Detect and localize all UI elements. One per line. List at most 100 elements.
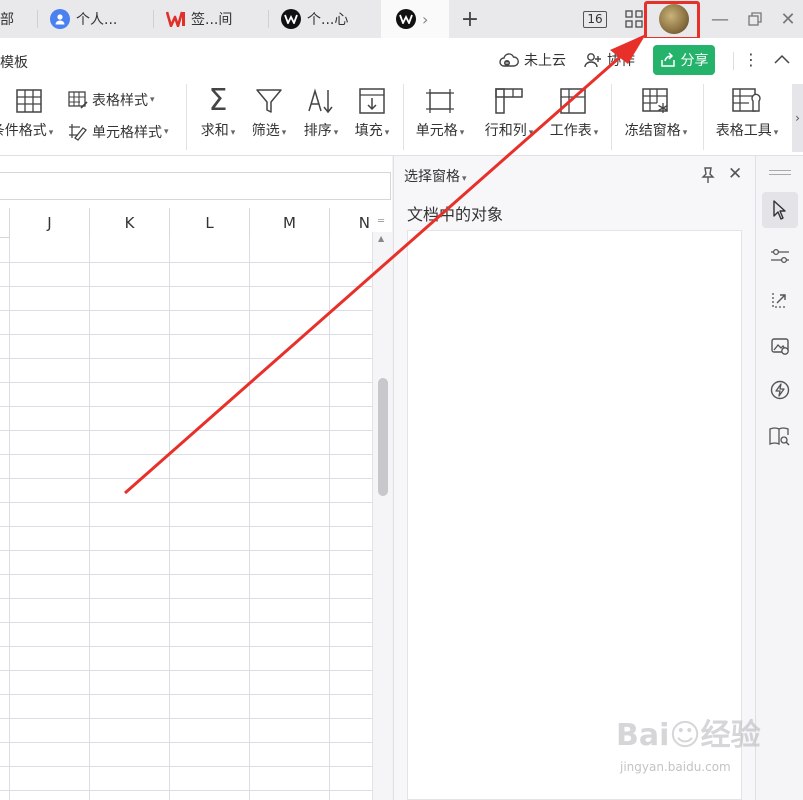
- sort-icon: [306, 86, 336, 116]
- grid-row-line: [0, 406, 372, 407]
- filter-icon: [255, 86, 283, 116]
- ribbon: 模板 未上云 协作 分享 ⋮ 件格式 ▾ 表格样式 ▾ 单元格样式 ▾ Σ 求和…: [0, 38, 803, 156]
- grid-row-line: [0, 286, 372, 287]
- column-header-j[interactable]: J: [10, 208, 90, 238]
- grid-row-line: [0, 310, 372, 311]
- table-icon: [15, 86, 43, 116]
- share-label: 分享: [680, 53, 709, 69]
- sum-label: 求和: [200, 123, 229, 139]
- transform-icon[interactable]: [762, 282, 798, 318]
- conditional-format-button[interactable]: 条件格式▾: [0, 86, 60, 148]
- wps-circle-icon: [396, 9, 416, 29]
- grid-column-line: [169, 238, 170, 800]
- grid-row-line: [0, 550, 372, 551]
- table-style-label: 表格样式: [92, 93, 148, 109]
- grid-row-line: [0, 670, 372, 671]
- app-window: 部 个人... 签...间 个...心 › + 16 — ✕ 模板 未上云 协作…: [0, 0, 803, 800]
- cell-style-button[interactable]: 单元格样式 ▾: [68, 122, 169, 142]
- cell-button[interactable]: 单元格 ▾: [410, 86, 470, 148]
- pane-title: 选择窗格: [404, 169, 460, 185]
- grid-row-line: [0, 454, 372, 455]
- grid-row-line: [0, 790, 372, 791]
- spreadsheet-area: J K L M N ═ ▲: [0, 156, 392, 800]
- filter-button[interactable]: 筛选 ▾: [246, 86, 292, 148]
- worksheet-label: 工作表: [549, 123, 592, 139]
- selection-pane: 选择窗格 ▾ ✕ 文档中的对象: [393, 156, 755, 800]
- grid-row-line: [0, 262, 372, 263]
- grid-row-line: [0, 622, 372, 623]
- grid-row-line: [0, 334, 372, 335]
- worksheet-button[interactable]: 工作表 ▾: [544, 86, 604, 148]
- column-header-l[interactable]: L: [170, 208, 250, 238]
- restore-icon[interactable]: [743, 0, 767, 38]
- share-button[interactable]: 分享: [653, 45, 715, 75]
- freeze-panes-button[interactable]: 冻结窗格 ▾: [620, 86, 692, 148]
- conditional-format-label: 条件格式: [0, 123, 47, 139]
- pane-close-icon[interactable]: ✕: [728, 164, 742, 184]
- vertical-scrollbar[interactable]: ═ ▲: [372, 216, 392, 800]
- sort-button[interactable]: 排序 ▾: [298, 86, 344, 148]
- grid-row-line: [0, 478, 372, 479]
- freeze-label: 冻结窗格: [624, 123, 681, 139]
- pane-title-dropdown[interactable]: 选择窗格 ▾: [404, 166, 467, 186]
- fill-icon: [358, 86, 386, 116]
- split-handle-icon: ═: [378, 216, 385, 227]
- grid-row-line: [0, 382, 372, 383]
- row-col-label: 行和列: [484, 123, 527, 139]
- tab-bar: 部 个人... 签...间 个...心 › + 16 — ✕: [0, 0, 803, 40]
- table-style-button[interactable]: 表格样式 ▾: [68, 90, 155, 110]
- cell-icon: [425, 86, 455, 116]
- cell-style-icon: [68, 123, 88, 141]
- grid-row-line: [0, 598, 372, 599]
- tab-label: 个人...: [76, 12, 118, 28]
- grid-row-line: [0, 358, 372, 359]
- freeze-icon: [641, 86, 671, 116]
- grid-row-line: [0, 694, 372, 695]
- close-icon[interactable]: ✕: [776, 0, 800, 38]
- image-edit-icon[interactable]: [762, 328, 798, 364]
- tab-personal[interactable]: 个人...: [50, 0, 150, 38]
- lightning-icon[interactable]: [762, 372, 798, 408]
- collapse-ribbon-icon[interactable]: [770, 44, 794, 74]
- ribbon-scroll-right-icon[interactable]: ›: [792, 84, 803, 152]
- select-pointer-icon[interactable]: [762, 192, 798, 228]
- sigma-icon: Σ: [208, 83, 228, 118]
- tab-partial[interactable]: 部: [0, 0, 36, 38]
- tab-center[interactable]: 个...心: [281, 0, 381, 38]
- collab-button[interactable]: 协作: [584, 50, 635, 70]
- scrollbar-thumb[interactable]: [378, 378, 388, 496]
- pin-icon[interactable]: [699, 166, 717, 188]
- share-icon: [660, 52, 676, 68]
- row-col-button[interactable]: 行和列 ▾: [478, 86, 540, 148]
- cell-label: 单元格: [415, 123, 458, 139]
- column-header-n[interactable]: N: [330, 208, 372, 238]
- tab-active[interactable]: ›: [381, 0, 449, 38]
- grid-column-line: [329, 238, 330, 800]
- adjust-sliders-icon[interactable]: [762, 238, 798, 274]
- table-style-icon: [68, 91, 88, 109]
- pane-subtitle: 文档中的对象: [407, 205, 504, 224]
- tab-counter-button[interactable]: 16: [578, 0, 612, 38]
- column-header-m[interactable]: M: [250, 208, 330, 238]
- minimize-icon[interactable]: —: [708, 0, 732, 38]
- grid-row-line: [0, 718, 372, 719]
- grid-apps-icon[interactable]: [622, 0, 646, 38]
- cloud-status[interactable]: 未上云: [499, 50, 566, 70]
- cloud-icon: [499, 52, 519, 68]
- tab-signin[interactable]: 签...间: [166, 0, 266, 38]
- table-tools-button[interactable]: 表格工具 ▾: [710, 86, 784, 148]
- scroll-up-icon[interactable]: ▲: [378, 234, 384, 243]
- add-person-icon: [584, 52, 602, 68]
- more-options-icon[interactable]: ⋮: [741, 44, 761, 74]
- fill-button[interactable]: 填充 ▾: [349, 86, 395, 148]
- collab-label: 协作: [607, 53, 635, 69]
- grid-row-line: [0, 526, 372, 527]
- plus-icon[interactable]: +: [458, 0, 482, 38]
- formula-bar-input[interactable]: [0, 172, 391, 200]
- chevron-right-icon: ›: [422, 9, 429, 29]
- template-tab[interactable]: 模板: [0, 52, 28, 72]
- column-header-k[interactable]: K: [90, 208, 170, 238]
- book-search-icon[interactable]: [762, 418, 798, 454]
- tab-counter: 16: [583, 10, 607, 28]
- sum-button[interactable]: Σ 求和 ▾: [195, 86, 241, 148]
